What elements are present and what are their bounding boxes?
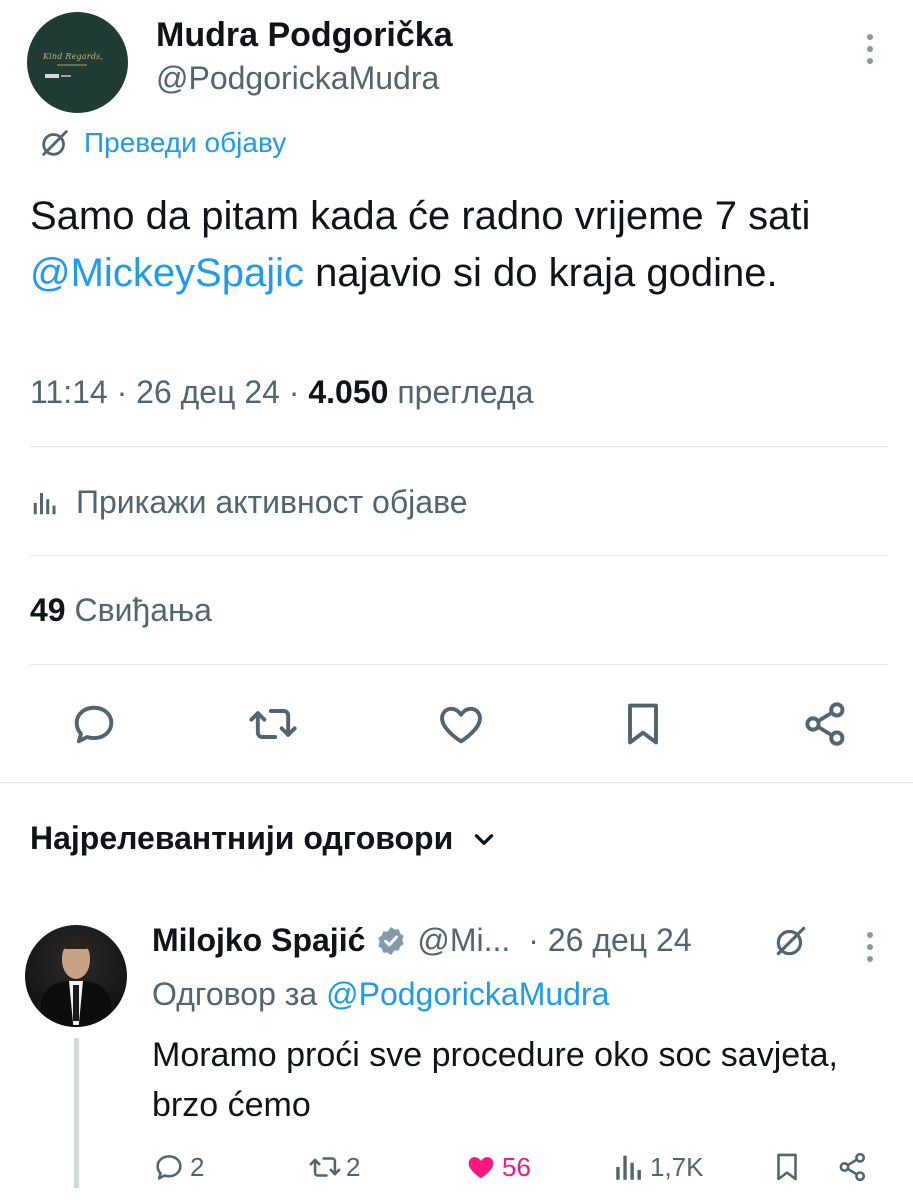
- more-icon[interactable]: [860, 932, 880, 972]
- grok-icon: [42, 130, 68, 156]
- avatar-logo-decoration: [45, 74, 59, 78]
- reply-to-line: Одговор за @PodgorickaMudra: [152, 976, 609, 1013]
- reply-author-name[interactable]: Milojko Spajić: [152, 922, 365, 959]
- reply-share-button[interactable]: [836, 1150, 870, 1184]
- reply-icon: [74, 705, 114, 744]
- likes-count: 49: [30, 592, 66, 628]
- post-meta: 11:14 · 26 дец 24 · 4.050 прегледа: [30, 374, 533, 411]
- reply-action-bar: 2 2 56 1,7K: [0, 1150, 913, 1190]
- reply-date[interactable]: · 26 дец 24: [528, 922, 691, 959]
- repost-icon: [249, 709, 297, 739]
- avatar-logo-decoration: [57, 64, 87, 66]
- activity-label: Прикажи активност објаве: [76, 484, 468, 520]
- reply-views-button[interactable]: 1,7K: [612, 1150, 704, 1184]
- author-handle[interactable]: @PodgorickaMudra: [156, 60, 439, 97]
- bookmark-icon: [777, 1153, 797, 1181]
- bookmark-icon: [628, 703, 658, 745]
- share-icon: [839, 1152, 866, 1182]
- grok-icon[interactable]: [772, 922, 810, 960]
- reply-to-handle[interactable]: @PodgorickaMudra: [326, 976, 609, 1012]
- reply-author-handle[interactable]: @Mi...: [417, 922, 510, 959]
- replies-sort-dropdown[interactable]: Најрелевантнији одговори: [30, 820, 497, 857]
- reply-comment-count: 2: [190, 1151, 205, 1182]
- meta-separator: ·: [107, 374, 137, 410]
- like-icon: [468, 1157, 494, 1179]
- like-icon: [440, 706, 482, 744]
- meta-separator: ·: [279, 374, 309, 410]
- translate-label: Преведи објаву: [84, 127, 287, 158]
- more-icon[interactable]: [860, 34, 880, 74]
- reply-views-count: 1,7K: [650, 1151, 704, 1182]
- chevron-down-icon: [475, 833, 494, 845]
- share-icon: [805, 702, 845, 746]
- post-activity-button[interactable]: Прикажи активност објаве: [30, 484, 468, 521]
- reply-bookmark-button[interactable]: [770, 1150, 804, 1184]
- reply-icon: [156, 1155, 182, 1180]
- likes-label: Свиђања: [74, 592, 212, 628]
- divider: [30, 446, 888, 447]
- repost-icon: [309, 1157, 341, 1177]
- post-text-part: Samo da pitam kada će radno vrijeme 7 sa…: [30, 194, 811, 238]
- repost-button[interactable]: [247, 698, 299, 750]
- post-date[interactable]: 26 дец 24: [136, 374, 280, 410]
- reply-comment-button[interactable]: 2: [152, 1150, 204, 1184]
- post-text: Samo da pitam kada će radno vrijeme 7 sa…: [30, 188, 880, 302]
- reply-author-avatar[interactable]: [25, 925, 127, 1027]
- author-avatar[interactable]: Kind Regards,: [27, 12, 128, 113]
- post-action-bar: [0, 698, 913, 758]
- verified-icon: [378, 926, 405, 955]
- like-button[interactable]: [435, 698, 487, 750]
- views-label: прегледа: [397, 374, 534, 410]
- activity-icon: [33, 492, 56, 514]
- divider: [30, 555, 888, 556]
- bookmark-button[interactable]: [617, 698, 669, 750]
- post-text-part: najavio si do kraja godine.: [304, 251, 778, 295]
- reply-to-prefix: Одговор за: [152, 976, 327, 1012]
- avatar-figure: [61, 937, 91, 949]
- avatar-figure: [73, 985, 79, 1021]
- avatar-logo-text: Kind Regards,: [43, 52, 104, 61]
- share-button[interactable]: [800, 698, 852, 750]
- mention-link[interactable]: @MickeySpajic: [30, 251, 304, 295]
- divider: [30, 664, 888, 665]
- reply-repost-button[interactable]: 2: [308, 1150, 360, 1184]
- reply-header: Milojko Spajić @Mi... · 26 дец 24: [152, 922, 692, 959]
- reply-repost-count: 2: [346, 1151, 361, 1182]
- reply-text: Moramo proći sve procedure oko soc savje…: [152, 1036, 838, 1124]
- views-count: 4.050: [308, 374, 389, 410]
- author-name[interactable]: Mudra Podgorička: [156, 16, 453, 55]
- post-time[interactable]: 11:14: [30, 374, 108, 410]
- likes-summary[interactable]: 49 Свиђања: [30, 592, 212, 629]
- views-icon: [616, 1155, 641, 1180]
- translate-button[interactable]: Преведи објаву: [38, 126, 286, 160]
- divider: [0, 782, 913, 783]
- replies-sort-label: Најрелевантнији одговори: [30, 820, 454, 856]
- reply-like-count: 56: [502, 1151, 531, 1182]
- reply-like-button[interactable]: 56: [464, 1150, 531, 1184]
- avatar-logo-decoration: [61, 75, 71, 77]
- reply-button[interactable]: [68, 698, 120, 750]
